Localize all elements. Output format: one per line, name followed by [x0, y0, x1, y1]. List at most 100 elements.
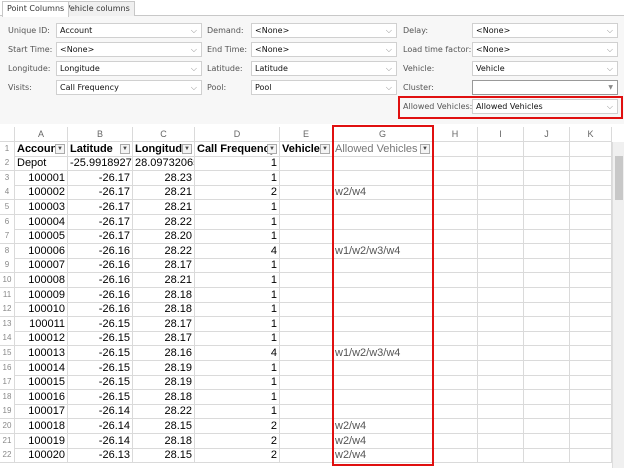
- table-cell[interactable]: [280, 214, 333, 230]
- empty-cell[interactable]: [570, 258, 612, 274]
- table-header-cell[interactable]: Call Frequency ▼: [195, 141, 280, 157]
- table-cell[interactable]: -26.16: [68, 243, 133, 259]
- empty-cell[interactable]: [478, 448, 524, 464]
- cluster-select[interactable]: ▼: [472, 80, 618, 95]
- table-cell[interactable]: -26.16: [68, 287, 133, 303]
- table-cell[interactable]: 100014: [15, 360, 68, 376]
- table-cell[interactable]: [280, 404, 333, 420]
- table-cell[interactable]: 100004: [15, 214, 68, 230]
- empty-cell[interactable]: [524, 404, 570, 420]
- empty-cell[interactable]: [478, 302, 524, 318]
- empty-cell[interactable]: [524, 433, 570, 449]
- table-cell[interactable]: 28.18: [133, 389, 195, 405]
- table-cell[interactable]: 1: [195, 258, 280, 274]
- table-cell[interactable]: 28.15: [133, 448, 195, 464]
- empty-cell[interactable]: [478, 331, 524, 347]
- empty-cell[interactable]: [570, 302, 612, 318]
- latitude-select[interactable]: Latitude ⌵: [251, 61, 397, 76]
- table-cell[interactable]: -26.13: [68, 448, 133, 464]
- table-cell[interactable]: -26.17: [68, 229, 133, 245]
- table-cell[interactable]: 28.21: [133, 273, 195, 288]
- table-cell[interactable]: [280, 419, 333, 434]
- pool-select[interactable]: Pool ⌵: [251, 80, 397, 95]
- table-cell[interactable]: 28.23: [133, 170, 195, 186]
- table-header-cell[interactable]: Vehicle ▼: [280, 141, 333, 157]
- table-cell[interactable]: 28.22: [133, 243, 195, 259]
- table-cell[interactable]: 1: [195, 331, 280, 347]
- empty-cell[interactable]: [570, 185, 612, 201]
- table-cell[interactable]: 100016: [15, 389, 68, 405]
- filter-dropdown-icon[interactable]: ▼: [120, 143, 130, 154]
- table-cell[interactable]: 1: [195, 200, 280, 215]
- table-cell[interactable]: 2: [195, 448, 280, 464]
- table-cell[interactable]: 1: [195, 375, 280, 391]
- table-cell[interactable]: 100006: [15, 243, 68, 259]
- empty-cell[interactable]: [433, 185, 478, 201]
- empty-cell[interactable]: [570, 419, 612, 434]
- table-cell[interactable]: 100005: [15, 229, 68, 245]
- table-cell[interactable]: [280, 448, 333, 464]
- table-cell[interactable]: 2: [195, 433, 280, 449]
- table-cell[interactable]: [280, 316, 333, 332]
- table-cell[interactable]: -26.15: [68, 375, 133, 391]
- unique-id-select[interactable]: Account ⌵: [56, 23, 202, 38]
- table-cell[interactable]: [280, 243, 333, 259]
- table-cell[interactable]: 2: [195, 419, 280, 434]
- table-cell[interactable]: 100003: [15, 200, 68, 215]
- empty-cell[interactable]: [433, 302, 478, 318]
- empty-cell[interactable]: [524, 243, 570, 259]
- table-cell[interactable]: -26.15: [68, 331, 133, 347]
- empty-cell[interactable]: [478, 404, 524, 420]
- table-cell[interactable]: -26.14: [68, 419, 133, 434]
- table-cell[interactable]: -26.15: [68, 360, 133, 376]
- empty-cell[interactable]: [524, 156, 570, 172]
- scrollbar-thumb[interactable]: [615, 156, 623, 200]
- table-cell[interactable]: 1: [195, 316, 280, 332]
- demand-select[interactable]: <None> ⌵: [251, 23, 397, 38]
- table-cell[interactable]: 28.15: [133, 419, 195, 434]
- table-cell[interactable]: -26.17: [68, 200, 133, 215]
- table-cell[interactable]: [280, 360, 333, 376]
- empty-cell[interactable]: [570, 331, 612, 347]
- empty-cell[interactable]: [478, 287, 524, 303]
- table-cell[interactable]: 100018: [15, 419, 68, 434]
- empty-cell[interactable]: [570, 389, 612, 405]
- empty-cell[interactable]: [570, 316, 612, 332]
- table-cell[interactable]: 100017: [15, 404, 68, 420]
- table-cell[interactable]: [280, 200, 333, 215]
- table-cell[interactable]: 28.21: [133, 200, 195, 215]
- filter-dropdown-icon[interactable]: ▼: [182, 143, 192, 154]
- table-cell[interactable]: 1: [195, 287, 280, 303]
- table-cell[interactable]: -26.16: [68, 273, 133, 288]
- column-header-d[interactable]: D: [195, 127, 280, 142]
- empty-cell[interactable]: [524, 200, 570, 215]
- table-cell[interactable]: [280, 389, 333, 405]
- empty-cell[interactable]: [570, 448, 612, 464]
- table-cell[interactable]: [280, 156, 333, 172]
- table-cell[interactable]: [280, 185, 333, 201]
- empty-cell[interactable]: [524, 287, 570, 303]
- empty-cell[interactable]: [570, 229, 612, 245]
- empty-cell[interactable]: [478, 200, 524, 215]
- table-cell[interactable]: -26.16: [68, 258, 133, 274]
- filter-dropdown-icon[interactable]: ▼: [320, 143, 330, 154]
- column-header-c[interactable]: C: [133, 127, 195, 142]
- table-cell[interactable]: 4: [195, 243, 280, 259]
- table-cell[interactable]: 28.19: [133, 360, 195, 376]
- column-header-e[interactable]: E: [280, 127, 333, 142]
- empty-cell[interactable]: [524, 141, 570, 157]
- empty-cell[interactable]: [570, 433, 612, 449]
- table-cell[interactable]: -26.17: [68, 170, 133, 186]
- empty-cell[interactable]: [524, 170, 570, 186]
- table-cell[interactable]: -26.15: [68, 316, 133, 332]
- empty-cell[interactable]: [478, 433, 524, 449]
- table-header-cell[interactable]: Latitude ▼: [68, 141, 133, 157]
- empty-cell[interactable]: [570, 243, 612, 259]
- end-time-select[interactable]: <None> ⌵: [251, 42, 397, 57]
- empty-cell[interactable]: [570, 214, 612, 230]
- table-cell[interactable]: 28.17: [133, 316, 195, 332]
- table-cell[interactable]: 100015: [15, 375, 68, 391]
- vehicle-select[interactable]: Vehicle ⌵: [472, 61, 618, 76]
- empty-cell[interactable]: [524, 229, 570, 245]
- empty-cell[interactable]: [524, 448, 570, 464]
